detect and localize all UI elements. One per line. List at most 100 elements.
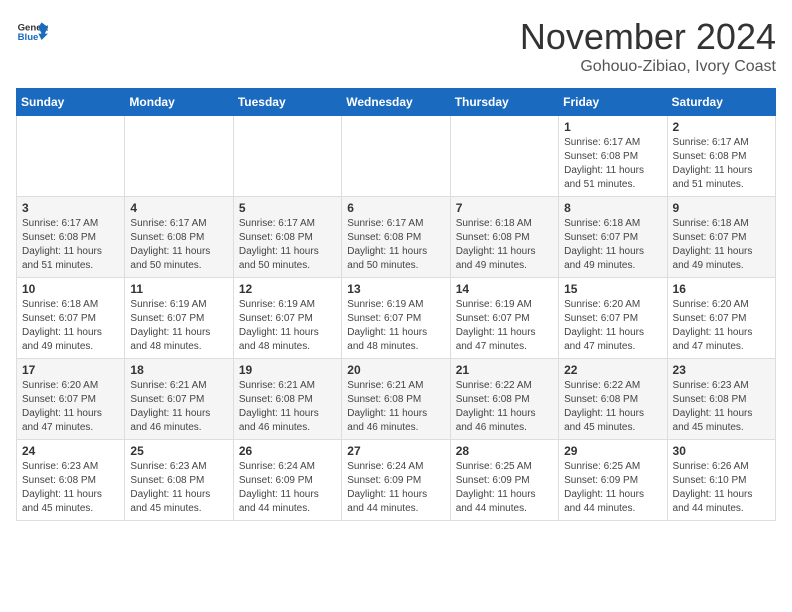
logo: General Blue: [16, 16, 48, 48]
day-detail: Sunrise: 6:18 AM Sunset: 6:08 PM Dayligh…: [456, 218, 536, 271]
day-cell: [342, 116, 450, 197]
week-row-3: 10 Sunrise: 6:18 AM Sunset: 6:07 PM Dayli…: [17, 278, 776, 359]
week-row-4: 17 Sunrise: 6:20 AM Sunset: 6:07 PM Dayli…: [17, 359, 776, 440]
day-detail: Sunrise: 6:17 AM Sunset: 6:08 PM Dayligh…: [130, 218, 210, 271]
day-number: 30: [673, 444, 770, 458]
day-number: 6: [347, 201, 444, 215]
day-number: 4: [130, 201, 227, 215]
day-number: 15: [564, 282, 661, 296]
weekday-wednesday: Wednesday: [342, 89, 450, 116]
day-number: 13: [347, 282, 444, 296]
day-detail: Sunrise: 6:18 AM Sunset: 6:07 PM Dayligh…: [673, 218, 753, 271]
day-detail: Sunrise: 6:21 AM Sunset: 6:07 PM Dayligh…: [130, 380, 210, 433]
day-detail: Sunrise: 6:24 AM Sunset: 6:09 PM Dayligh…: [239, 461, 319, 514]
day-detail: Sunrise: 6:17 AM Sunset: 6:08 PM Dayligh…: [347, 218, 427, 271]
day-cell: 26Sunrise: 6:24 AM Sunset: 6:09 PM Dayli…: [233, 440, 341, 521]
day-cell: 17 Sunrise: 6:20 AM Sunset: 6:07 PM Dayli…: [17, 359, 125, 440]
weekday-sunday: Sunday: [17, 89, 125, 116]
day-detail: Sunrise: 6:23 AM Sunset: 6:08 PM Dayligh…: [130, 461, 210, 514]
day-number: 24: [22, 444, 119, 458]
day-number: 17: [22, 363, 119, 377]
day-cell: 9 Sunrise: 6:18 AM Sunset: 6:07 PM Daylig…: [667, 197, 775, 278]
day-detail: Sunrise: 6:21 AM Sunset: 6:08 PM Dayligh…: [347, 380, 427, 433]
weekday-saturday: Saturday: [667, 89, 775, 116]
day-detail: Sunrise: 6:22 AM Sunset: 6:08 PM Dayligh…: [456, 380, 536, 433]
day-detail: Sunrise: 6:17 AM Sunset: 6:08 PM Dayligh…: [239, 218, 319, 271]
day-cell: 19Sunrise: 6:21 AM Sunset: 6:08 PM Dayli…: [233, 359, 341, 440]
week-row-2: 3 Sunrise: 6:17 AM Sunset: 6:08 PM Daylig…: [17, 197, 776, 278]
day-detail: Sunrise: 6:17 AM Sunset: 6:08 PM Dayligh…: [673, 137, 753, 190]
day-number: 18: [130, 363, 227, 377]
svg-text:Blue: Blue: [18, 32, 39, 43]
day-cell: 28 Sunrise: 6:25 AM Sunset: 6:09 PM Dayli…: [450, 440, 558, 521]
day-detail: Sunrise: 6:24 AM Sunset: 6:09 PM Dayligh…: [347, 461, 427, 514]
calendar-title: November 2024: [520, 16, 776, 58]
logo-icon: General Blue: [16, 16, 48, 48]
day-cell: [17, 116, 125, 197]
weekday-tuesday: Tuesday: [233, 89, 341, 116]
day-number: 7: [456, 201, 553, 215]
day-cell: 21 Sunrise: 6:22 AM Sunset: 6:08 PM Dayli…: [450, 359, 558, 440]
day-cell: 10 Sunrise: 6:18 AM Sunset: 6:07 PM Dayli…: [17, 278, 125, 359]
day-cell: [125, 116, 233, 197]
day-detail: Sunrise: 6:19 AM Sunset: 6:07 PM Dayligh…: [347, 299, 427, 352]
day-cell: 6 Sunrise: 6:17 AM Sunset: 6:08 PM Daylig…: [342, 197, 450, 278]
day-number: 27: [347, 444, 444, 458]
day-detail: Sunrise: 6:19 AM Sunset: 6:07 PM Dayligh…: [239, 299, 319, 352]
day-cell: 29Sunrise: 6:25 AM Sunset: 6:09 PM Dayli…: [559, 440, 667, 521]
weekday-thursday: Thursday: [450, 89, 558, 116]
calendar-body: 1Sunrise: 6:17 AM Sunset: 6:08 PM Daylig…: [17, 116, 776, 521]
day-number: 16: [673, 282, 770, 296]
day-number: 11: [130, 282, 227, 296]
day-detail: Sunrise: 6:17 AM Sunset: 6:08 PM Dayligh…: [22, 218, 102, 271]
title-area: November 2024 Gohouo-Zibiao, Ivory Coast: [520, 16, 776, 76]
day-cell: 16 Sunrise: 6:20 AM Sunset: 6:07 PM Dayli…: [667, 278, 775, 359]
day-cell: 22Sunrise: 6:22 AM Sunset: 6:08 PM Dayli…: [559, 359, 667, 440]
day-cell: 23Sunrise: 6:23 AM Sunset: 6:08 PM Dayli…: [667, 359, 775, 440]
day-detail: Sunrise: 6:18 AM Sunset: 6:07 PM Dayligh…: [22, 299, 102, 352]
day-number: 12: [239, 282, 336, 296]
day-cell: 27 Sunrise: 6:24 AM Sunset: 6:09 PM Dayli…: [342, 440, 450, 521]
day-detail: Sunrise: 6:20 AM Sunset: 6:07 PM Dayligh…: [22, 380, 102, 433]
day-number: 5: [239, 201, 336, 215]
day-number: 10: [22, 282, 119, 296]
day-detail: Sunrise: 6:25 AM Sunset: 6:09 PM Dayligh…: [456, 461, 536, 514]
day-number: 29: [564, 444, 661, 458]
day-cell: 11Sunrise: 6:19 AM Sunset: 6:07 PM Dayli…: [125, 278, 233, 359]
day-cell: 4 Sunrise: 6:17 AM Sunset: 6:08 PM Daylig…: [125, 197, 233, 278]
day-detail: Sunrise: 6:19 AM Sunset: 6:07 PM Dayligh…: [456, 299, 536, 352]
day-detail: Sunrise: 6:23 AM Sunset: 6:08 PM Dayligh…: [673, 380, 753, 433]
day-cell: 8Sunrise: 6:18 AM Sunset: 6:07 PM Daylig…: [559, 197, 667, 278]
header: General Blue November 2024 Gohouo-Zibiao…: [16, 16, 776, 76]
day-cell: [450, 116, 558, 197]
day-detail: Sunrise: 6:17 AM Sunset: 6:08 PM Dayligh…: [564, 137, 644, 190]
day-number: 3: [22, 201, 119, 215]
day-number: 28: [456, 444, 553, 458]
day-detail: Sunrise: 6:26 AM Sunset: 6:10 PM Dayligh…: [673, 461, 753, 514]
day-cell: 30 Sunrise: 6:26 AM Sunset: 6:10 PM Dayli…: [667, 440, 775, 521]
weekday-header-row: SundayMondayTuesdayWednesdayThursdayFrid…: [17, 89, 776, 116]
day-detail: Sunrise: 6:20 AM Sunset: 6:07 PM Dayligh…: [673, 299, 753, 352]
weekday-friday: Friday: [559, 89, 667, 116]
day-number: 9: [673, 201, 770, 215]
day-number: 21: [456, 363, 553, 377]
day-cell: 15Sunrise: 6:20 AM Sunset: 6:07 PM Dayli…: [559, 278, 667, 359]
day-cell: 14Sunrise: 6:19 AM Sunset: 6:07 PM Dayli…: [450, 278, 558, 359]
calendar-subtitle: Gohouo-Zibiao, Ivory Coast: [520, 58, 776, 76]
day-number: 2: [673, 120, 770, 134]
weekday-monday: Monday: [125, 89, 233, 116]
day-cell: 1Sunrise: 6:17 AM Sunset: 6:08 PM Daylig…: [559, 116, 667, 197]
day-cell: 2 Sunrise: 6:17 AM Sunset: 6:08 PM Daylig…: [667, 116, 775, 197]
day-number: 22: [564, 363, 661, 377]
day-cell: 25Sunrise: 6:23 AM Sunset: 6:08 PM Dayli…: [125, 440, 233, 521]
day-cell: 3 Sunrise: 6:17 AM Sunset: 6:08 PM Daylig…: [17, 197, 125, 278]
day-cell: [233, 116, 341, 197]
day-cell: 18 Sunrise: 6:21 AM Sunset: 6:07 PM Dayli…: [125, 359, 233, 440]
calendar-table: SundayMondayTuesdayWednesdayThursdayFrid…: [16, 88, 776, 521]
day-cell: 7 Sunrise: 6:18 AM Sunset: 6:08 PM Daylig…: [450, 197, 558, 278]
day-cell: 24Sunrise: 6:23 AM Sunset: 6:08 PM Dayli…: [17, 440, 125, 521]
day-detail: Sunrise: 6:21 AM Sunset: 6:08 PM Dayligh…: [239, 380, 319, 433]
day-detail: Sunrise: 6:18 AM Sunset: 6:07 PM Dayligh…: [564, 218, 644, 271]
day-cell: 5 Sunrise: 6:17 AM Sunset: 6:08 PM Daylig…: [233, 197, 341, 278]
week-row-1: 1Sunrise: 6:17 AM Sunset: 6:08 PM Daylig…: [17, 116, 776, 197]
